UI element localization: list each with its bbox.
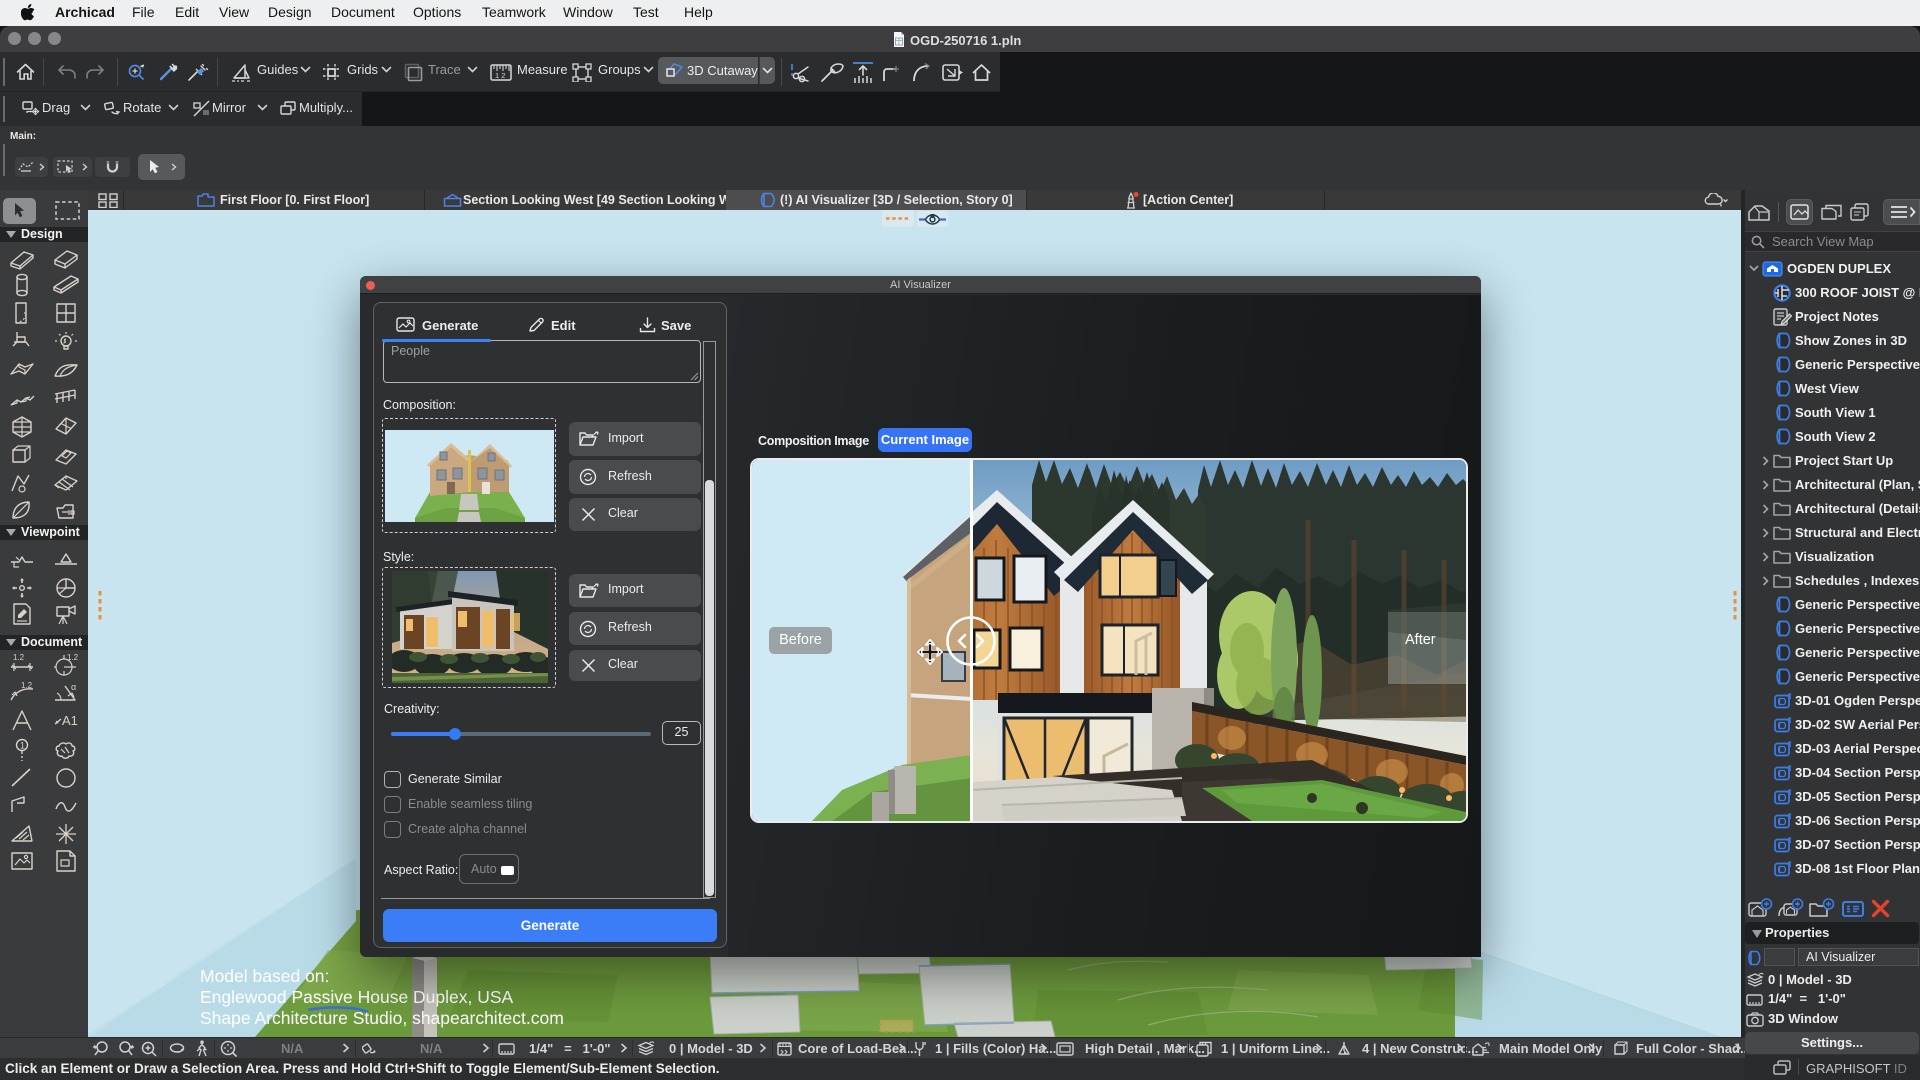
svg-text:1: 1: [20, 741, 25, 751]
svg-text:1 2: 1 2: [495, 71, 505, 80]
svg-text:α: α: [71, 682, 76, 692]
svg-text:1.2: 1.2: [21, 681, 33, 690]
svg-text:A1: A1: [62, 713, 78, 728]
svg-text:1.2: 1.2: [67, 653, 79, 662]
svg-text:1.2: 1.2: [13, 653, 25, 662]
